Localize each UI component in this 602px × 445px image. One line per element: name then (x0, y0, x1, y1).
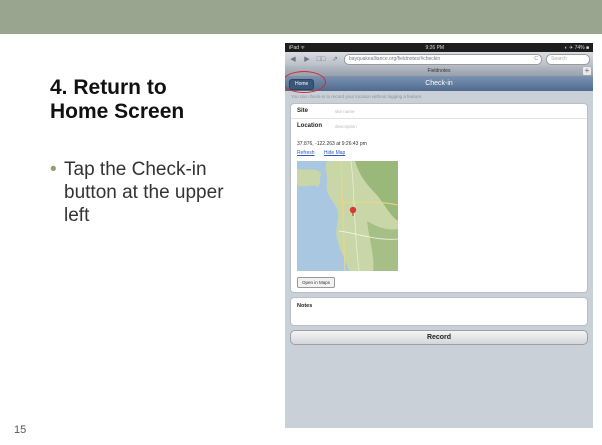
search-field[interactable]: Search (546, 53, 590, 65)
tab-bar: Fieldnotes + (285, 66, 593, 76)
site-label: Site (297, 108, 309, 114)
bookmarks-icon[interactable]: □□ (316, 56, 326, 63)
slide-bullet: Tap the Check-in button at the upper lef… (50, 158, 240, 227)
header-title: Check-in (425, 80, 453, 87)
site-input[interactable]: site name (335, 109, 355, 114)
checkin-panel: Site site name Location description 37.8… (290, 103, 588, 293)
map-image[interactable] (297, 160, 399, 272)
status-bar: iPad ᯤ 9:26 PM ◐ ✈ 74% ■ (285, 43, 593, 52)
location-row: Location description (291, 119, 587, 133)
slide-number: 15 (14, 424, 27, 436)
hide-map-link[interactable]: Hide Map (324, 150, 345, 156)
status-carrier: iPad ᯤ (289, 44, 305, 51)
slide-title: 4. Return to Home Screen (50, 76, 185, 123)
coordinates-text: 37.876, -122.263 at 9:26:43 pm (297, 141, 367, 147)
record-button[interactable]: Record (290, 330, 588, 345)
location-input[interactable]: description (335, 124, 357, 129)
location-details: 37.876, -122.263 at 9:26:43 pm Refresh H… (291, 133, 587, 292)
slide-top-band (0, 0, 602, 34)
new-tab-button[interactable]: + (583, 67, 591, 75)
tab-fieldnotes[interactable]: Fieldnotes (427, 68, 450, 74)
location-links: Refresh Hide Map (297, 150, 581, 156)
highlight-circle (285, 71, 326, 93)
status-battery: ◐ ✈ 74% ■ (564, 44, 589, 51)
back-icon[interactable]: ◀ (288, 55, 298, 63)
notes-field[interactable]: Notes (290, 297, 588, 326)
notes-label: Notes (297, 303, 313, 309)
ipad-screenshot: iPad ᯤ 9:26 PM ◐ ✈ 74% ■ ◀ ▶ □□ ⇗ bayqua… (285, 43, 593, 428)
reload-icon[interactable]: C (534, 55, 538, 64)
status-time: 9:26 PM (425, 44, 445, 51)
open-in-maps-button[interactable]: Open in Maps (297, 277, 336, 288)
url-field[interactable]: bayquakealliance.org/fieldnotes/#checkin… (344, 53, 542, 65)
browser-toolbar: ◀ ▶ □□ ⇗ bayquakealliance.org/fieldnotes… (285, 52, 593, 66)
refresh-link[interactable]: Refresh (297, 150, 315, 156)
checkin-hint: You can check-in to record your location… (291, 94, 423, 99)
location-label: Location (297, 123, 322, 129)
forward-icon[interactable]: ▶ (302, 55, 312, 63)
site-row: Site site name (291, 104, 587, 119)
url-text: bayquakealliance.org/fieldnotes/#checkin (349, 55, 441, 62)
share-icon[interactable]: ⇗ (330, 55, 340, 63)
app-header: Home Check-in (285, 71, 593, 93)
